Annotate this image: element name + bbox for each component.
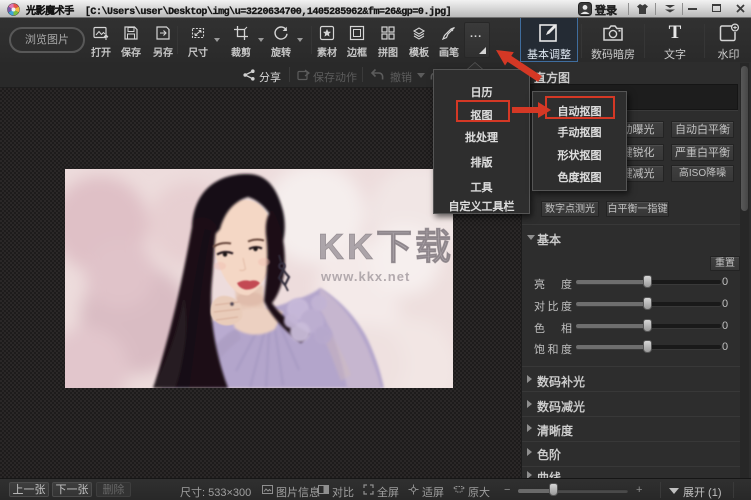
svg-text:www.kkx.net: www.kkx.net [320,269,410,284]
svg-text:KK下载: KK下载 [318,226,453,267]
